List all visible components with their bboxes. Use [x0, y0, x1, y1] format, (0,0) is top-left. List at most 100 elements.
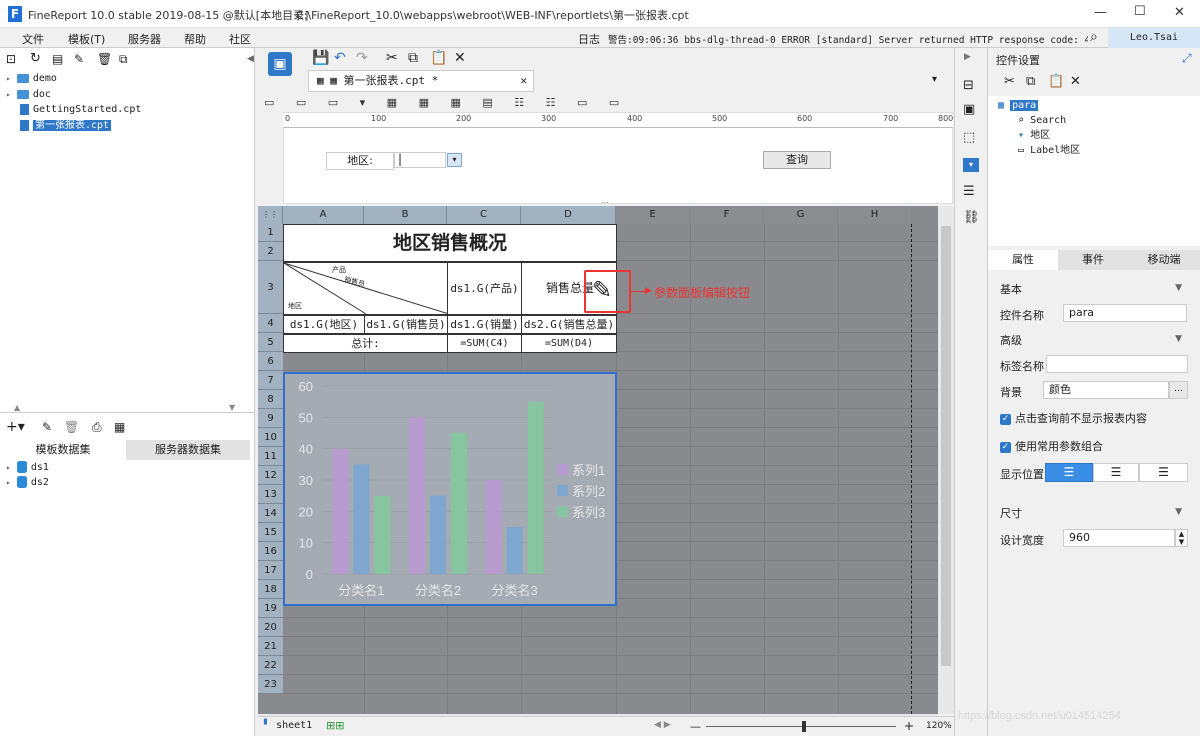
- chart-widget[interactable]: 0 10 20 30 40 50 60 分类名1 分类名2 分类名3 系列1 系列2 系列3: [283, 372, 617, 606]
- condition-icon[interactable]: ☰: [963, 184, 975, 199]
- paste-icon[interactable]: 📋: [430, 50, 447, 66]
- open-icon[interactable]: ▤: [52, 52, 63, 66]
- copy-icon[interactable]: ⧉: [1026, 74, 1035, 89]
- label-name-input[interactable]: [1046, 355, 1188, 373]
- widget-toolbar[interactable]: ▭ ▭ ▭ ▾ ▦ ▦ ▦ ▤ ☷ ☷ ▭ ▭ ▦ ▤▸: [264, 96, 624, 109]
- zoom-slider[interactable]: [706, 726, 896, 727]
- pencil-icon[interactable]: ✎: [592, 276, 612, 304]
- tree-item-demo[interactable]: ▸ demo: [6, 72, 57, 86]
- tree-node-para[interactable]: ▦ para: [998, 99, 1039, 113]
- region-combo[interactable]: |: [394, 152, 446, 168]
- template-widget-icon[interactable]: ▣: [268, 52, 292, 76]
- paste-icon[interactable]: 📋: [1048, 74, 1064, 89]
- cell-c4[interactable]: ds1.G(销量): [447, 315, 522, 334]
- dataset-settings-icon[interactable]: ▦: [114, 420, 125, 434]
- cut-icon[interactable]: ✂: [386, 50, 398, 66]
- widget-settings-icon[interactable]: ▾: [963, 158, 979, 172]
- row-header[interactable]: 1: [258, 224, 283, 242]
- menu-server[interactable]: 服务器: [128, 31, 161, 47]
- column-header[interactable]: C: [447, 206, 521, 224]
- row-header[interactable]: 11: [258, 447, 283, 466]
- log-link[interactable]: 日志: [578, 31, 600, 47]
- edit-icon[interactable]: ✎: [74, 52, 84, 66]
- cell-attribute-icon[interactable]: ⊟: [963, 78, 974, 93]
- hyperlink-icon[interactable]: ⛓: [963, 210, 980, 225]
- row-header[interactable]: 3: [258, 261, 283, 314]
- add-dataset-icon[interactable]: +▾: [6, 419, 25, 435]
- save-icon[interactable]: 💾: [312, 50, 329, 66]
- chevron-down-icon[interactable]: ▼: [1175, 334, 1182, 344]
- region-label[interactable]: 地区:: [326, 152, 394, 170]
- tab-first-report[interactable]: ▦ ▦ 第一张报表.cpt * ✕: [308, 70, 534, 92]
- cell-d5[interactable]: =SUM(D4): [521, 334, 617, 353]
- stepper-icon[interactable]: ▲ ▼: [1175, 529, 1188, 547]
- row-header[interactable]: 7: [258, 371, 283, 390]
- dataset-ds1[interactable]: ▸ ds1: [6, 461, 49, 475]
- tab-template-datasets[interactable]: 模板数据集: [0, 440, 126, 460]
- row-header[interactable]: 16: [258, 542, 283, 561]
- undo-icon[interactable]: ↶: [334, 50, 346, 66]
- expand-icon[interactable]: ⤢: [1182, 51, 1192, 66]
- frame-icon[interactable]: ⬚: [963, 130, 975, 145]
- copy-icon[interactable]: ⧉: [408, 50, 418, 66]
- menu-file[interactable]: 文件: [22, 31, 44, 47]
- delete-icon[interactable]: ✕: [454, 50, 466, 66]
- tree-node-search[interactable]: ⌕ Search: [1018, 114, 1066, 128]
- row-header[interactable]: 22: [258, 656, 283, 675]
- zoom-out-icon[interactable]: —: [690, 720, 701, 733]
- edit-icon[interactable]: ✎: [42, 420, 52, 434]
- menu-template[interactable]: 模板(T): [68, 31, 105, 47]
- row-header[interactable]: 9: [258, 409, 283, 428]
- cell-d4[interactable]: ds2.G(销售总量): [521, 315, 617, 334]
- cell-c5[interactable]: =SUM(C4): [447, 334, 522, 353]
- tab-events[interactable]: 事件: [1058, 250, 1128, 270]
- zoom-in-icon[interactable]: +: [904, 719, 914, 733]
- row-header[interactable]: 18: [258, 580, 283, 599]
- query-button[interactable]: 查询: [763, 151, 831, 169]
- sheet-tab[interactable]: ▘ sheet1: [264, 720, 312, 731]
- section-size[interactable]: 尺寸: [1000, 505, 1022, 521]
- column-header[interactable]: H: [838, 206, 912, 224]
- delete-icon[interactable]: 🗑: [64, 420, 79, 434]
- more-icon[interactable]: …: [1169, 381, 1188, 399]
- copy-icon[interactable]: ⧉: [119, 52, 128, 67]
- row-header[interactable]: 4: [258, 314, 283, 333]
- tree-node-region[interactable]: ▾ 地区: [1018, 129, 1050, 143]
- dataset-ds2[interactable]: ▸ ds2: [6, 476, 49, 490]
- checkbox-hide-content[interactable]: ✓ 点击查询前不显示报表内容: [1000, 410, 1147, 426]
- row-header[interactable]: 23: [258, 675, 283, 694]
- checkbox-common-params[interactable]: ✓ 使用常用参数组合: [1000, 438, 1103, 454]
- column-header[interactable]: A: [283, 206, 364, 224]
- tab-mobile[interactable]: 移动端: [1128, 250, 1200, 270]
- chevron-down-icon[interactable]: ▼: [1175, 507, 1182, 517]
- refresh-icon[interactable]: ↻: [30, 51, 41, 66]
- up-arrow-icon[interactable]: ▲: [14, 403, 20, 412]
- cell-a4[interactable]: ds1.G(地区): [283, 315, 365, 334]
- tab-server-datasets[interactable]: 服务器数据集: [126, 440, 250, 460]
- tree-item-doc[interactable]: ▸ doc: [6, 88, 51, 102]
- cell-c3[interactable]: ds1.G(产品): [447, 262, 522, 315]
- delete-icon[interactable]: 🗑: [97, 52, 112, 66]
- row-header[interactable]: 20: [258, 618, 283, 637]
- tab-menu-icon[interactable]: ▾: [932, 74, 937, 85]
- tab-properties[interactable]: 属性: [988, 250, 1058, 270]
- chevron-down-icon[interactable]: ▼: [1175, 283, 1182, 293]
- user-name[interactable]: Leo.Tsai: [1108, 28, 1200, 48]
- scroll-left-icon[interactable]: ◀ ▶: [654, 720, 671, 730]
- close-tab-icon[interactable]: ✕: [520, 71, 527, 91]
- select-all-icon[interactable]: ⋮⋮: [258, 206, 283, 224]
- row-header[interactable]: 19: [258, 599, 283, 618]
- row-header[interactable]: 21: [258, 637, 283, 656]
- collapse-left-icon[interactable]: ◀: [247, 54, 254, 64]
- row-header[interactable]: 14: [258, 504, 283, 523]
- row-header[interactable]: 8: [258, 390, 283, 409]
- tree-item-gettingstarted[interactable]: GettingStarted.cpt: [20, 103, 141, 117]
- layout-icon[interactable]: ▣: [963, 102, 975, 117]
- redo-icon[interactable]: ↷: [356, 50, 368, 66]
- minimize-button[interactable]: —: [1094, 5, 1107, 20]
- tree-node-label-region[interactable]: ▭ Label地区: [1018, 144, 1080, 158]
- align-right-icon[interactable]: ☰: [1139, 463, 1188, 482]
- search-icon[interactable]: ⌕: [1090, 29, 1098, 45]
- slash-header-cell[interactable]: 产品 销售员 地区: [283, 262, 449, 315]
- maximize-button[interactable]: ☐: [1134, 4, 1146, 19]
